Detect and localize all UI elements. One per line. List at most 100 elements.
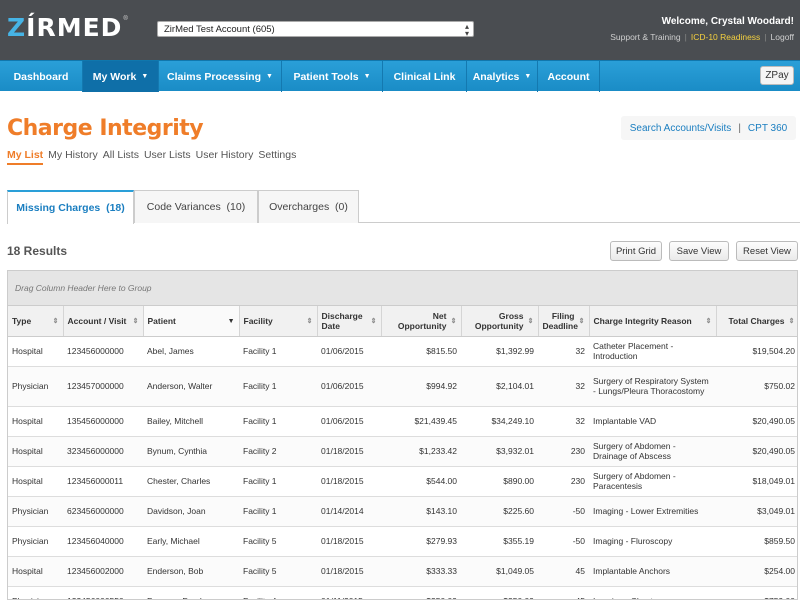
sort-icon[interactable]: ⇕ xyxy=(451,317,457,327)
nav-claims-processing[interactable]: Claims Processing ▼ xyxy=(159,61,282,92)
nav-account-label: Account xyxy=(547,70,590,83)
account-select[interactable]: ZirMed Test Account (605) ▴ ▾ xyxy=(157,21,474,38)
cell-filing-deadline: 230 xyxy=(538,436,589,467)
nav-dashboard[interactable]: Dashboard xyxy=(0,61,83,92)
cell-gross-opportunity: $355.19 xyxy=(461,526,538,557)
cell-discharge-date: 01/11/2015 xyxy=(317,586,381,599)
column-header-charge-integrity-reason[interactable]: Charge Integrity Reason ⇕ xyxy=(589,306,717,337)
cell-gross-opportunity: $350.09 xyxy=(461,586,538,599)
cell-total-charges: $19,504.20 xyxy=(716,336,797,367)
table-row[interactable]: Physician 123456040000 Early, Michael Facil… xyxy=(8,526,797,557)
cell-net-opportunity: $994.92 xyxy=(381,366,461,407)
sort-icon[interactable]: ⇕ xyxy=(53,317,59,327)
cell-patient: Early, Michael xyxy=(143,526,239,557)
cell-type: Hospital xyxy=(8,556,63,587)
cell-patient: Bynum, Cynthia xyxy=(143,436,239,467)
nav-patient-tools[interactable]: Patient Tools ▼ xyxy=(282,61,383,92)
column-header-type[interactable]: Type ⇕ xyxy=(8,306,64,337)
cell-gross-opportunity: $1,049.05 xyxy=(461,556,538,587)
cell-total-charges: $859.50 xyxy=(716,526,797,557)
cell-charge-integrity-reason: Imaging - Chest xyxy=(589,586,716,599)
table-row[interactable]: Hospital 123456002000 Enderson, Bob Facilit… xyxy=(8,556,797,587)
sort-icon[interactable]: ⇕ xyxy=(133,317,139,327)
cell-facility: Facility 1 xyxy=(239,336,317,367)
tab-missing-charges[interactable]: Missing Charges (18) xyxy=(7,190,134,224)
cell-account-visit: 123456000000 xyxy=(63,336,143,367)
cell-facility: Facility 4 xyxy=(239,586,317,599)
column-header-label: Discharge Date xyxy=(321,310,363,331)
support-training-link[interactable]: Support & Training xyxy=(610,32,680,42)
column-header-net-opportunity[interactable]: Net Opportunity ⇕ xyxy=(381,306,462,337)
table-row[interactable]: Physician123456000550Frances, FrankFacil… xyxy=(8,586,797,599)
cell-facility: Facility 1 xyxy=(239,466,317,497)
subnav-user-lists[interactable]: User Lists xyxy=(144,149,191,165)
reset-view-button[interactable]: Reset View xyxy=(736,241,798,261)
cell-discharge-date: 01/18/2015 xyxy=(317,436,381,467)
cell-discharge-date: 01/14/2014 xyxy=(317,496,381,527)
nav-account[interactable]: Account xyxy=(538,61,600,92)
sort-icon[interactable]: ⇕ xyxy=(528,317,534,327)
column-header-gross-opportunity[interactable]: Gross Opportunity ⇕ xyxy=(461,306,539,337)
registered-mark: ® xyxy=(123,16,128,22)
zpay-button[interactable]: ZPay xyxy=(760,66,794,85)
cell-discharge-date: 01/18/2015 xyxy=(317,466,381,497)
cell-filing-deadline: 45 xyxy=(538,586,589,599)
sort-descending-icon[interactable]: ▼ xyxy=(228,317,235,327)
save-view-button[interactable]: Save View xyxy=(669,241,729,261)
table-row[interactable]: Hospital 123456000011 Chester, Charles Faci… xyxy=(8,466,797,497)
column-header-total-charges[interactable]: Total Charges ⇕ xyxy=(716,306,797,337)
nav-clinical-link[interactable]: Clinical Link xyxy=(383,61,467,92)
sort-icon[interactable]: ⇕ xyxy=(371,317,377,327)
sort-icon[interactable]: ⇕ xyxy=(307,317,313,327)
column-header-account-visit[interactable]: Account / Visit ⇕ xyxy=(63,306,144,337)
header-row: Type ⇕ Account / Visit ⇕ Patient ▼ Facility ⇕ Di… xyxy=(8,306,797,337)
cell-type: Hospital xyxy=(8,436,63,467)
subnav-my-list[interactable]: My List xyxy=(7,149,44,165)
link-separator: | xyxy=(738,122,741,134)
subnav-user-history[interactable]: User History xyxy=(196,149,254,165)
cell-charge-integrity-reason: Implantable Anchors xyxy=(589,556,716,587)
nav-my-work[interactable]: My Work ▼ xyxy=(83,61,159,92)
column-header-patient[interactable]: Patient ▼ xyxy=(143,306,240,337)
cell-type: Hospital xyxy=(8,406,63,437)
cell-patient: Anderson, Walter xyxy=(143,366,239,407)
search-accounts-link[interactable]: Search Accounts/Visits xyxy=(630,123,732,134)
sort-icon[interactable]: ⇕ xyxy=(706,317,712,327)
column-header-facility[interactable]: Facility ⇕ xyxy=(239,306,318,337)
link-separator: | xyxy=(684,32,687,42)
subnav-settings[interactable]: Settings xyxy=(258,149,296,165)
column-header-filing-deadline[interactable]: Filing Deadline ⇕ xyxy=(538,306,590,337)
sort-icon[interactable]: ⇕ xyxy=(579,317,585,327)
cpt360-link[interactable]: CPT 360 xyxy=(748,123,787,134)
table-row[interactable]: Hospital 323456000000 Bynum, Cynthia Facili… xyxy=(8,436,797,467)
subnav-all-lists[interactable]: All Lists xyxy=(103,149,139,165)
chevron-down-icon: ▼ xyxy=(524,73,532,80)
cell-gross-opportunity: $890.00 xyxy=(461,466,538,497)
cell-account-visit: 123457000000 xyxy=(63,366,143,407)
cell-filing-deadline: 32 xyxy=(538,406,589,437)
column-header-label: Net Opportunity xyxy=(397,310,447,331)
cell-discharge-date: 01/06/2015 xyxy=(317,336,381,367)
subnav-my-history[interactable]: My History xyxy=(48,149,98,165)
cell-filing-deadline: -50 xyxy=(538,526,589,557)
table-row[interactable]: Physician 123457000000 Anderson, Walter Fac… xyxy=(8,366,797,407)
cell-gross-opportunity: $1,392.99 xyxy=(461,336,538,367)
group-drop-zone[interactable]: Drag Column Header Here to Group xyxy=(8,271,797,306)
zirmed-logo[interactable]: ZÍRMED ® xyxy=(7,13,128,42)
logoff-link[interactable]: Logoff xyxy=(771,32,794,42)
tab-code-variances-label: Code Variances (10) xyxy=(146,201,246,213)
cell-type: Physician xyxy=(8,366,63,407)
table-row[interactable]: Physician 623456000000 Davidson, Joan Facil… xyxy=(8,496,797,527)
tab-code-variances[interactable]: Code Variances (10) xyxy=(134,190,258,223)
icd10-readiness-link[interactable]: ICD-10 Readiness xyxy=(691,32,760,42)
sort-icon[interactable]: ⇕ xyxy=(789,317,795,327)
tab-overcharges[interactable]: Overcharges (0) xyxy=(258,190,359,223)
nav-analytics[interactable]: Analytics ▼ xyxy=(467,61,538,92)
cell-gross-opportunity: $225.60 xyxy=(461,496,538,527)
cell-net-opportunity: $815.50 xyxy=(381,336,461,367)
table-row[interactable]: Hospital 135456000000 Bailey, Mitchell Faci… xyxy=(8,406,797,437)
table-row[interactable]: Hospital 123456000000 Abel, James Facility … xyxy=(8,336,797,367)
column-header-discharge-date[interactable]: Discharge Date ⇕ xyxy=(317,306,382,337)
print-grid-button[interactable]: Print Grid xyxy=(610,241,662,261)
cell-charge-integrity-reason: Surgery of Respiratory System - Lungs/Pl… xyxy=(589,366,716,407)
